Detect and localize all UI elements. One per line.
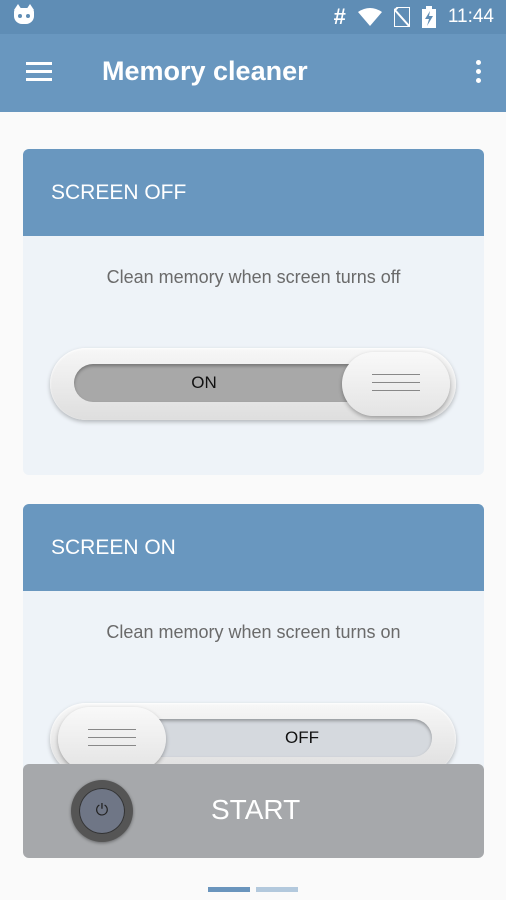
hamburger-menu-icon[interactable] bbox=[26, 62, 52, 82]
status-bar: # 11:44 bbox=[0, 0, 506, 34]
card-description: Clean memory when screen turns on bbox=[106, 622, 401, 642]
card-title: SCREEN ON bbox=[23, 504, 484, 591]
grip-lines-icon bbox=[372, 374, 420, 398]
clock: 11:44 bbox=[447, 6, 494, 27]
card-description: Clean memory when screen turns off bbox=[106, 267, 401, 287]
battery-charging-icon bbox=[421, 6, 436, 28]
grip-lines-icon bbox=[88, 729, 136, 753]
start-button[interactable]: ⏻ START bbox=[23, 764, 484, 858]
page-indicator-inactive bbox=[256, 887, 298, 892]
card-title: SCREEN OFF bbox=[23, 149, 484, 236]
start-label: START bbox=[211, 794, 301, 825]
power-button[interactable]: ⏻ bbox=[71, 780, 133, 842]
toggle-state-label: ON bbox=[191, 373, 217, 392]
page-indicator-active bbox=[208, 887, 250, 892]
screen-off-card: SCREEN OFF Clean memory when screen turn… bbox=[23, 149, 484, 475]
no-sim-icon bbox=[393, 7, 410, 27]
toggle-knob[interactable] bbox=[58, 707, 166, 771]
hash-icon: # bbox=[333, 4, 346, 29]
power-icon: ⏻ bbox=[79, 788, 125, 834]
app-bar: Memory cleaner bbox=[0, 34, 506, 112]
toggle-state-label: OFF bbox=[285, 728, 319, 747]
more-options-icon[interactable] bbox=[474, 60, 482, 86]
app-title: Memory cleaner bbox=[102, 56, 308, 86]
wifi-icon bbox=[357, 8, 382, 26]
page-indicator bbox=[208, 887, 298, 892]
cyanogen-cat-icon bbox=[14, 4, 34, 24]
toggle-knob[interactable] bbox=[342, 352, 450, 416]
screen-off-toggle[interactable]: ON bbox=[50, 348, 456, 420]
